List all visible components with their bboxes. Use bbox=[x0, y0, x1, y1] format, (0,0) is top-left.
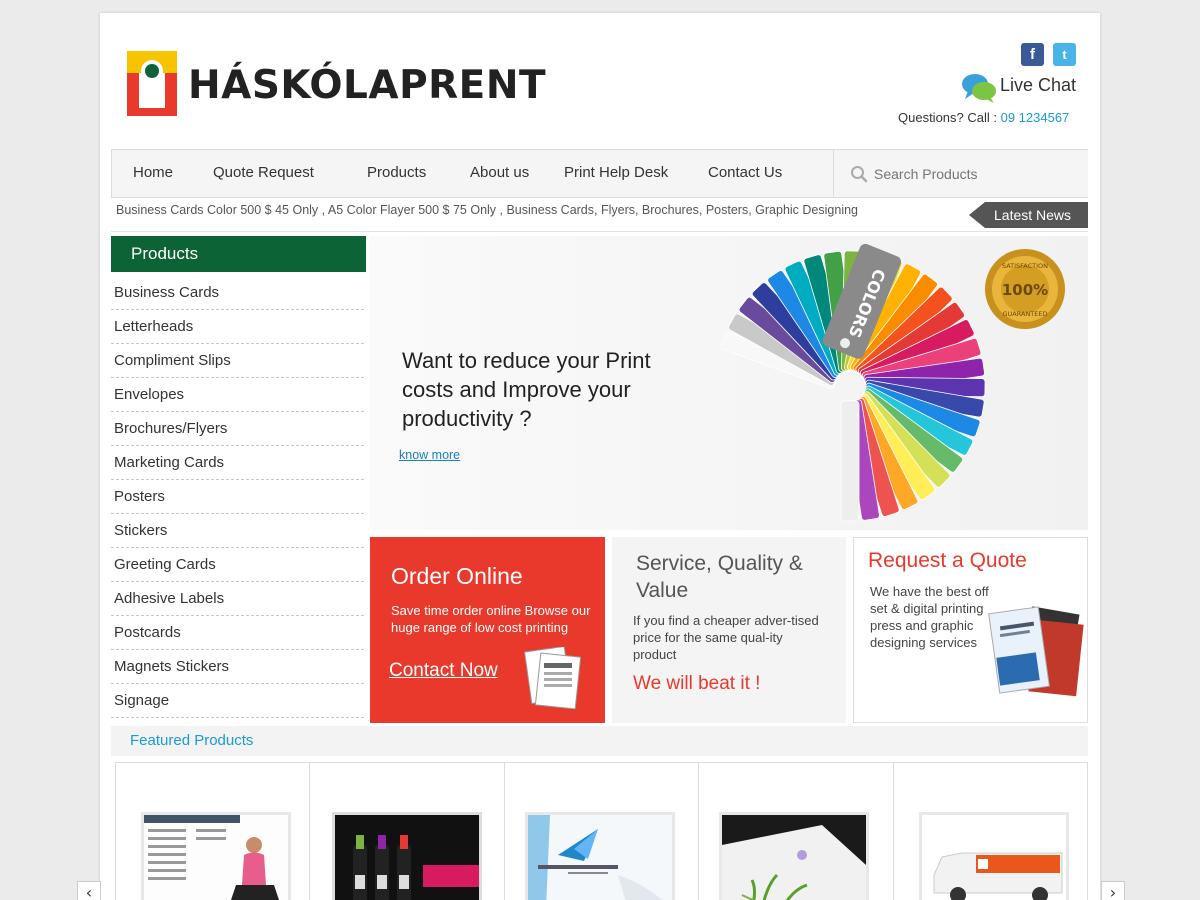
search-input[interactable] bbox=[874, 162, 1074, 186]
page-container: HÁSKÓLAPRENT f t Live Chat Questions? Ca… bbox=[100, 13, 1100, 900]
order-online-desc: Save time order online Browse our huge r… bbox=[391, 603, 591, 635]
nav-item-products[interactable]: Products bbox=[367, 164, 426, 181]
nav-item-print-help-desk[interactable]: Print Help Desk bbox=[564, 164, 668, 181]
contact-now-link[interactable]: Contact Now bbox=[389, 660, 498, 682]
sidebar-item-adhesive-labels[interactable]: Adhesive Labels bbox=[111, 582, 364, 616]
brand-name[interactable]: HÁSKÓLAPRENT bbox=[188, 65, 546, 107]
hero-banner: Want to reduce your Print costs and Impr… bbox=[370, 236, 1088, 530]
fan-blade bbox=[840, 400, 860, 522]
sidebar-item-business-cards[interactable]: Business Cards bbox=[111, 276, 364, 310]
sidebar-item-magnets-stickers[interactable]: Magnets Stickers bbox=[111, 650, 364, 684]
live-chat-link[interactable]: Live Chat bbox=[1000, 75, 1076, 96]
carousel-prev-button[interactable]: ‹ bbox=[77, 881, 101, 900]
featured-products-header: Featured Products bbox=[111, 726, 1088, 756]
know-more-link[interactable]: know more bbox=[399, 448, 460, 462]
brochure-spread-image bbox=[144, 815, 288, 900]
sidebar-item-marketing-cards[interactable]: Marketing Cards bbox=[111, 446, 364, 480]
sidebar-item-letterheads[interactable]: Letterheads bbox=[111, 310, 364, 344]
satisfaction-seal-icon: 100% SATISFACTION GUARANTEED bbox=[985, 249, 1065, 329]
featured-products-carousel bbox=[115, 762, 1088, 900]
order-online-title: Order Online bbox=[391, 563, 523, 589]
nav-item-home[interactable]: Home bbox=[133, 164, 173, 181]
nav-item-about-us[interactable]: About us bbox=[470, 164, 529, 181]
featured-products-title: Featured Products bbox=[130, 732, 254, 749]
sidebar-product-list: Business Cards Letterheads Compliment Sl… bbox=[111, 276, 364, 718]
magazine-flyers-image bbox=[988, 606, 1084, 697]
product-thumb-brochure[interactable] bbox=[141, 812, 291, 900]
product-card[interactable] bbox=[310, 763, 505, 900]
sidebar-title: Products bbox=[111, 236, 366, 272]
product-thumb-van[interactable] bbox=[918, 812, 1069, 900]
nav-item-contact-us[interactable]: Contact Us bbox=[708, 164, 782, 181]
floral-card-image bbox=[722, 815, 867, 900]
seal-bottom-text: GUARANTEED bbox=[1003, 310, 1048, 318]
order-online-box: Order Online Save time order online Brow… bbox=[370, 537, 605, 723]
seal-top-text: SATISFACTION bbox=[1002, 262, 1048, 270]
nav-item-quote-request[interactable]: Quote Request bbox=[213, 164, 314, 181]
call-number[interactable]: 09 1234567 bbox=[1001, 110, 1070, 125]
request-quote-desc: We have the best off set & digital print… bbox=[870, 584, 989, 650]
sidebar-item-postcards[interactable]: Postcards bbox=[111, 616, 364, 650]
call-info: Questions? Call : 09 1234567 bbox=[898, 110, 1069, 125]
twitter-icon[interactable]: t bbox=[1053, 43, 1076, 66]
rocket-multimedia-card-image bbox=[527, 815, 672, 900]
service-title: Service, Quality & Value bbox=[636, 552, 803, 602]
news-ticker[interactable]: Business Cards Color 500 $ 45 Only , A5 … bbox=[116, 203, 956, 217]
search-box bbox=[833, 150, 1088, 197]
product-card[interactable] bbox=[505, 763, 700, 900]
main-nav: Home Quote Request Products About us Pri… bbox=[111, 149, 1088, 198]
product-card[interactable] bbox=[116, 763, 311, 900]
latest-news-label: Latest News bbox=[969, 202, 1088, 228]
product-card[interactable] bbox=[699, 763, 894, 900]
request-quote-title[interactable]: Request a Quote bbox=[868, 549, 1027, 573]
color-swatch-fan-image: COLORS bbox=[720, 243, 986, 522]
sidebar-item-brochures-flyers[interactable]: Brochures/Flyers bbox=[111, 412, 364, 446]
product-thumb-wine[interactable] bbox=[332, 812, 483, 900]
sidebar-item-envelopes[interactable]: Envelopes bbox=[111, 378, 364, 412]
branded-van-image bbox=[921, 815, 1066, 900]
seal-value: 100% bbox=[1002, 281, 1048, 299]
brochure-image bbox=[524, 647, 582, 709]
service-quality-box: Service, Quality & Value If you find a c… bbox=[612, 537, 846, 723]
sidebar-item-posters[interactable]: Posters bbox=[111, 480, 364, 514]
service-desc: If you find a cheaper adver-tised price … bbox=[633, 613, 819, 662]
search-icon[interactable] bbox=[850, 165, 868, 183]
banner-headline: Want to reduce your Print costs and Impr… bbox=[402, 348, 651, 431]
request-quote-box: Request a Quote We have the best off set… bbox=[853, 537, 1088, 723]
product-card[interactable] bbox=[894, 763, 1087, 900]
sidebar-item-stickers[interactable]: Stickers bbox=[111, 514, 364, 548]
sidebar-item-greeting-cards[interactable]: Greeting Cards bbox=[111, 548, 364, 582]
facebook-icon[interactable]: f bbox=[1021, 43, 1044, 66]
chat-bubble-icon[interactable] bbox=[960, 72, 998, 104]
logo-icon[interactable] bbox=[127, 51, 177, 116]
product-thumb-floral-card[interactable] bbox=[719, 812, 870, 900]
sidebar-item-compliment-slips[interactable]: Compliment Slips bbox=[111, 344, 364, 378]
product-thumb-rocket-card[interactable] bbox=[524, 812, 675, 900]
divider bbox=[111, 231, 1088, 232]
call-label: Questions? Call : bbox=[898, 110, 1001, 125]
sidebar-item-signage[interactable]: Signage bbox=[111, 684, 364, 718]
wine-bottles-image bbox=[335, 815, 480, 900]
beat-it-text: We will beat it ! bbox=[633, 673, 761, 694]
carousel-next-button[interactable]: › bbox=[1101, 881, 1125, 900]
